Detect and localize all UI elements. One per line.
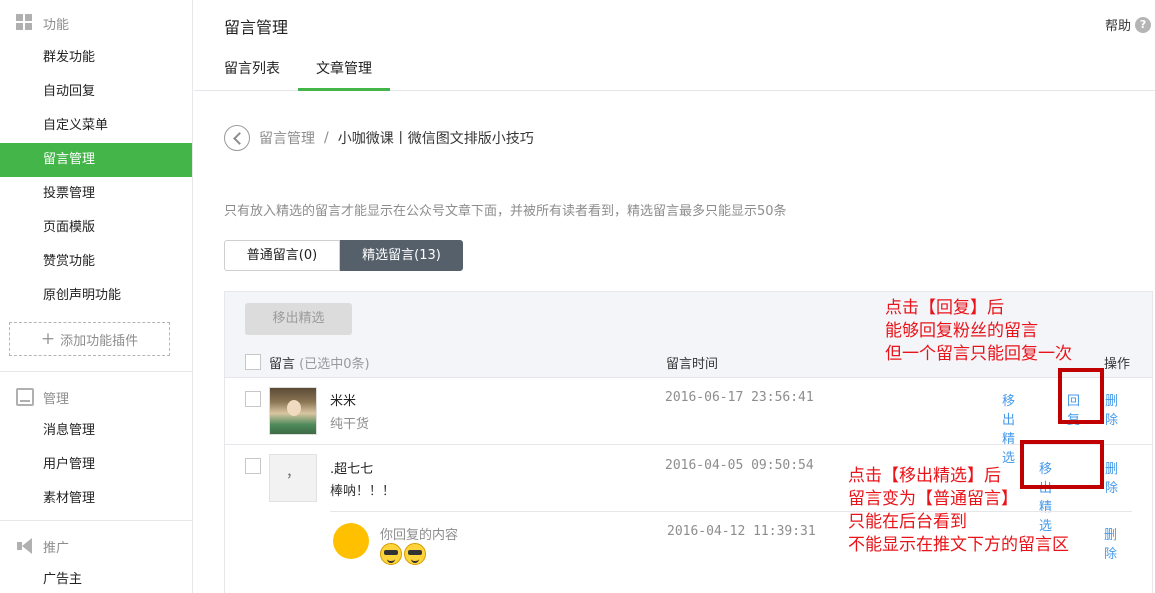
annotation-line: 留言变为【普通留言】 [848, 489, 1018, 509]
sidebar-divider [0, 371, 192, 372]
comment-content: 纯干货 [330, 417, 370, 432]
sidebar-item-advertiser[interactable]: 广告主 [0, 563, 192, 593]
sidebar-item-materials[interactable]: 素材管理 [0, 482, 192, 516]
sidebar-item-comment-management[interactable]: 留言管理 [0, 143, 192, 177]
sunglasses-emoji [404, 543, 426, 565]
delete-link[interactable]: 删除 [1105, 390, 1118, 428]
comment-nickname: 米米 [330, 394, 357, 409]
breadcrumb-separator: / [324, 130, 329, 146]
add-plugin-label: 添加功能插件 [60, 333, 139, 349]
help-link[interactable]: 帮助 ? [1105, 15, 1152, 34]
plus-icon: + [40, 329, 56, 349]
sidebar-item-reward[interactable]: 赞赏功能 [0, 245, 192, 279]
breadcrumb: 留言管理 / 小咖微课丨微信图文排版小技巧 [224, 125, 534, 151]
selected-comments-tab[interactable]: 精选留言(13) [340, 240, 463, 271]
tab-bar: 留言列表 文章管理 [194, 52, 1155, 91]
tab-article-management[interactable]: 文章管理 [298, 52, 390, 91]
megaphone-icon [16, 537, 34, 555]
sidebar-group-manage: 管理 [0, 385, 69, 409]
page-title: 留言管理 [224, 18, 289, 37]
help-label: 帮助 [1105, 19, 1132, 34]
column-header-time: 留言时间 [666, 357, 719, 372]
sidebar-group-label: 管理 [43, 391, 70, 407]
tab-comment-list[interactable]: 留言列表 [224, 52, 280, 91]
sidebar-item-original-declaration[interactable]: 原创声明功能 [0, 279, 192, 313]
highlight-box-reply [1058, 368, 1104, 424]
highlight-box-remove [1020, 440, 1104, 489]
delete-link[interactable]: 删除 [1105, 458, 1118, 496]
reply-time: 2016-04-12 11:39:31 [667, 524, 816, 539]
add-plugin-button[interactable]: + 添加功能插件 [9, 322, 170, 356]
selected-count: (已选中0条) [299, 357, 370, 372]
selection-tip: 只有放入精选的留言才能显示在公众号文章下面，并被所有读者看到，精选留言最多只能显… [224, 204, 787, 219]
row-divider [225, 444, 1152, 445]
sidebar-item-vote-management[interactable]: 投票管理 [0, 177, 192, 211]
reply-label: 你回复的内容 [380, 528, 459, 543]
comment-time: 2016-06-17 23:56:41 [665, 390, 814, 405]
annotation-line: 能够回复粉丝的留言 [885, 321, 1038, 341]
row-checkbox[interactable] [245, 391, 261, 407]
breadcrumb-current: 小咖微课丨微信图文排版小技巧 [337, 131, 534, 147]
back-arrow-icon[interactable] [224, 125, 250, 151]
column-header-comment: 留言 (已选中0条) [269, 353, 370, 372]
select-all-checkbox[interactable] [245, 354, 261, 370]
comment-nickname: .超七七 [330, 462, 374, 477]
grid-icon [16, 14, 34, 32]
column-header-actions: 操作 [1104, 357, 1131, 372]
annotation-line: 不能显示在推文下方的留言区 [848, 535, 1069, 555]
sidebar-item-users[interactable]: 用户管理 [0, 448, 192, 482]
sidebar-item-page-template[interactable]: 页面模版 [0, 211, 192, 245]
help-icon: ? [1135, 16, 1152, 33]
sidebar-divider [0, 520, 192, 521]
sidebar: 功能 群发功能 自动回复 自定义菜单 留言管理 投票管理 页面模版 赞赏功能 原… [0, 0, 193, 593]
avatar [269, 387, 317, 435]
column-comment-label: 留言 [269, 357, 296, 372]
row-checkbox[interactable] [245, 458, 261, 474]
normal-comments-tab[interactable]: 普通留言(0) [224, 240, 340, 271]
annotation-line: 点击【回复】后 [885, 298, 1004, 318]
sidebar-item-auto-reply[interactable]: 自动回复 [0, 75, 192, 109]
sidebar-item-mass-send[interactable]: 群发功能 [0, 41, 192, 75]
annotation-line: 但一个留言只能回复一次 [885, 344, 1072, 364]
sidebar-group-label: 推广 [43, 540, 70, 556]
breadcrumb-parent[interactable]: 留言管理 [259, 128, 315, 148]
sidebar-group-promote: 推广 [0, 534, 69, 558]
reply-content [380, 543, 428, 565]
inbox-icon [16, 388, 34, 406]
remove-selected-link[interactable]: 移出精选 [1002, 390, 1015, 466]
annotation-line: 只能在后台看到 [848, 512, 967, 532]
remove-selected-button[interactable]: 移出精选 [245, 303, 352, 335]
sidebar-group-function: 功能 [0, 11, 69, 35]
avatar: ， [269, 454, 317, 502]
sunglasses-emoji [380, 543, 402, 565]
reply-avatar [333, 523, 369, 559]
reply-delete-link[interactable]: 删除 [1104, 524, 1117, 562]
sidebar-item-messages[interactable]: 消息管理 [0, 414, 192, 448]
sidebar-item-custom-menu[interactable]: 自定义菜单 [0, 109, 192, 143]
sidebar-group-label: 功能 [43, 17, 70, 33]
comment-content: 棒呐！！！ [330, 484, 396, 499]
comment-time: 2016-04-05 09:50:54 [665, 458, 814, 473]
annotation-reply: 点击【回复】后 能够回复粉丝的留言 但一个留言只能回复一次 [885, 297, 1072, 366]
comment-type-switch: 普通留言(0) 精选留言(13) [224, 240, 463, 271]
